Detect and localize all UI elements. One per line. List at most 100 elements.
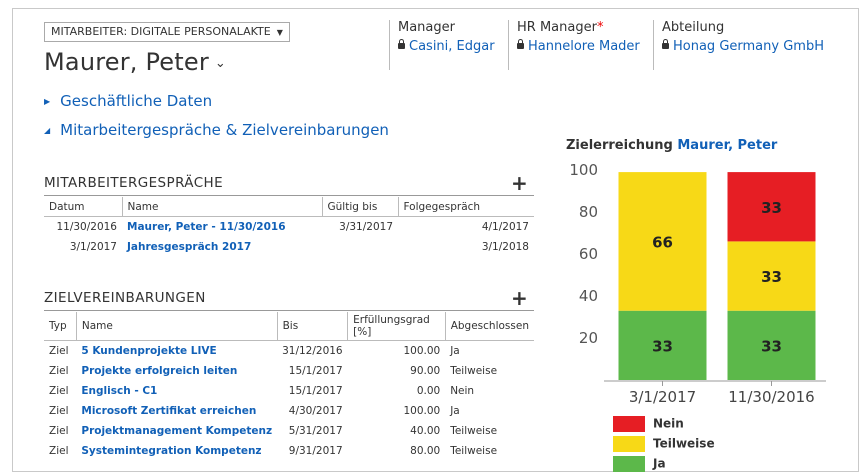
legend-swatch (613, 436, 645, 452)
legend-label: Teilweise (653, 436, 715, 451)
field-label: Manager (398, 20, 455, 35)
column-header-datum[interactable]: Datum (44, 197, 122, 217)
cell-erfuellungsgrad: 100.00 (403, 345, 441, 357)
hr-manager-label: HR Manager (517, 20, 597, 35)
grid-header-row: Datum Name Gültig bis Folgegespräch (44, 197, 534, 217)
column-header-bis[interactable]: Bis (276, 312, 348, 341)
header-field-hr-manager: HR Manager* Hannelore Mader (508, 20, 640, 70)
table-row[interactable]: Ziel Systemintegration Kompetenz 9/31/2017… (44, 441, 534, 461)
legend-item-ja: Ja (613, 456, 666, 472)
zielerreichung-chart: 20 40 60 80 100 33 66 3/1/2017 33 33 33 11/30/2016 (569, 161, 826, 406)
cell-folgegespraech: 4/1/2017 (481, 221, 529, 233)
legend-item-teilweise: Teilweise (613, 436, 715, 452)
gespraeche-title: MITARBEITERGESPRÄCHE (44, 175, 224, 191)
cell-datum: 11/30/2016 (56, 221, 117, 233)
cell-typ: Ziel (49, 425, 69, 437)
cell-typ: Ziel (49, 345, 69, 357)
x-tick-label: 3/1/2017 (629, 388, 696, 406)
abteilung-link[interactable]: Honag Germany GmbH (662, 39, 824, 54)
column-header-typ[interactable]: Typ (44, 312, 77, 341)
gespraeche-grid: Datum Name Gültig bis Folgegespräch 11/3… (44, 197, 534, 257)
data-label: 33 (761, 199, 782, 217)
cell-abgeschlossen: Teilweise (450, 445, 498, 457)
column-header-name[interactable]: Name (121, 197, 322, 217)
cell-name-link[interactable]: Englisch - C1 (76, 381, 277, 401)
cell-name-link[interactable]: Projekte erfolgreich leiten (76, 361, 277, 381)
y-tick-label: 60 (579, 245, 598, 263)
y-tick-label: 100 (569, 161, 598, 179)
column-header-name[interactable]: Name (75, 312, 278, 341)
cell-erfuellungsgrad: 90.00 (410, 365, 441, 377)
cell-bis: 15/1/2017 (288, 385, 343, 397)
header-field-manager: Manager Casini, Edgar (389, 20, 495, 70)
manager-link[interactable]: Casini, Edgar (398, 39, 495, 54)
hr-manager-value[interactable]: Hannelore Mader (528, 39, 640, 54)
caret-right-icon: ▶ (44, 97, 51, 106)
cell-bis: 5/31/2017 (288, 425, 343, 437)
cell-typ: Ziel (49, 385, 69, 397)
table-row[interactable]: Ziel Englisch - C1 15/1/2017 0.00 Nein (44, 381, 534, 401)
table-row[interactable]: 11/30/2016 Maurer, Peter - 11/30/2016 3/… (44, 217, 534, 238)
chart-title-text: Zielerreichung (566, 138, 673, 153)
field-label: HR Manager* (517, 20, 640, 35)
section-label: Geschäftliche Daten (60, 92, 213, 110)
legend-label: Ja (653, 456, 666, 471)
legend-item-nein: Nein (613, 416, 684, 432)
column-header-abgeschlossen[interactable]: Abgeschlossen (444, 312, 534, 341)
cell-name-link[interactable]: 5 Kundenprojekte LIVE (76, 341, 277, 362)
lock-icon (662, 39, 669, 49)
header-field-abteilung: Abteilung Honag Germany GmbH (653, 20, 824, 70)
cell-erfuellungsgrad: 40.00 (410, 425, 441, 437)
data-label: 66 (652, 233, 673, 251)
cell-bis: 31/12/2016 (282, 345, 343, 357)
cell-abgeschlossen: Teilweise (450, 425, 498, 437)
cell-gueltig-bis: 3/31/2017 (339, 221, 393, 233)
abteilung-value[interactable]: Honag Germany GmbH (673, 39, 824, 54)
chart-title: Zielerreichung Maurer, Peter (566, 138, 777, 153)
data-label: 33 (761, 268, 782, 286)
column-header-erfuellungsgrad[interactable]: Erfüllungsgrad [%] (347, 312, 446, 341)
y-tick-label: 20 (579, 329, 598, 347)
caret-down-icon: ◢ (44, 126, 51, 135)
record-title[interactable]: Maurer, Peter ⌄ (44, 48, 226, 76)
manager-value[interactable]: Casini, Edgar (409, 39, 495, 54)
cell-folgegespraech: 3/1/2018 (481, 241, 529, 253)
cell-typ: Ziel (49, 405, 69, 417)
chevron-down-icon: ⌄ (214, 56, 226, 71)
ziele-grid: Typ Name Bis Erfüllungsgrad [%] Abgeschl… (44, 312, 534, 461)
table-row[interactable]: Ziel Projektmanagement Kompetenz 5/31/2017… (44, 421, 534, 441)
section-gespraeche-ziele[interactable]: ◢ Mitarbeitergespräche & Zielvereinbarung… (44, 121, 389, 139)
section-label: Mitarbeitergespräche & Zielvereinbarunge… (60, 121, 389, 139)
table-row[interactable]: Ziel 5 Kundenprojekte LIVE 31/12/2016 100.0… (44, 341, 534, 362)
cell-abgeschlossen: Teilweise (450, 365, 498, 377)
table-row[interactable]: Ziel Projekte erfolgreich leiten 15/1/2017… (44, 361, 534, 381)
cell-name-link[interactable]: Projektmanagement Kompetenz (76, 421, 277, 441)
cell-name-link[interactable]: Microsoft Zertifikat erreichen (76, 401, 277, 421)
column-header-folgegespraech[interactable]: Folgegespräch (397, 197, 534, 217)
legend-swatch (613, 456, 645, 472)
hr-manager-link[interactable]: Hannelore Mader (517, 39, 640, 54)
lock-icon (517, 39, 524, 49)
add-gespraech-button[interactable]: + (511, 173, 528, 193)
cell-bis: 4/30/2017 (288, 405, 343, 417)
cell-bis: 15/1/2017 (288, 365, 343, 377)
grid-header-row: Typ Name Bis Erfüllungsgrad [%] Abgeschl… (44, 312, 534, 341)
divider (44, 195, 534, 196)
column-header-gueltig-bis[interactable]: Gültig bis (321, 197, 398, 217)
table-row[interactable]: Ziel Microsoft Zertifikat erreichen 4/30/2… (44, 401, 534, 421)
cell-erfuellungsgrad: 80.00 (410, 445, 441, 457)
cell-abgeschlossen: Ja (450, 405, 460, 417)
cell-typ: Ziel (49, 445, 69, 457)
table-row[interactable]: 3/1/2017 Jahresgespräch 2017 3/1/2018 (44, 237, 534, 257)
cell-gueltig-bis (322, 237, 398, 257)
cell-name-link[interactable]: Systemintegration Kompetenz (76, 441, 277, 461)
cell-name-link[interactable]: Maurer, Peter - 11/30/2016 (122, 217, 322, 238)
add-ziel-button[interactable]: + (511, 288, 528, 308)
form-selector[interactable]: MITARBEITER: DIGITALE PERSONALAKTE ▼ (44, 22, 290, 42)
required-marker: * (596, 20, 604, 35)
cell-erfuellungsgrad: 100.00 (403, 405, 441, 417)
legend-label: Nein (653, 416, 684, 431)
cell-name-link[interactable]: Jahresgespräch 2017 (122, 237, 322, 257)
section-geschaeftliche-daten[interactable]: ▶ Geschäftliche Daten (44, 92, 212, 110)
ziele-title: ZIELVEREINBARUNGEN (44, 290, 206, 306)
